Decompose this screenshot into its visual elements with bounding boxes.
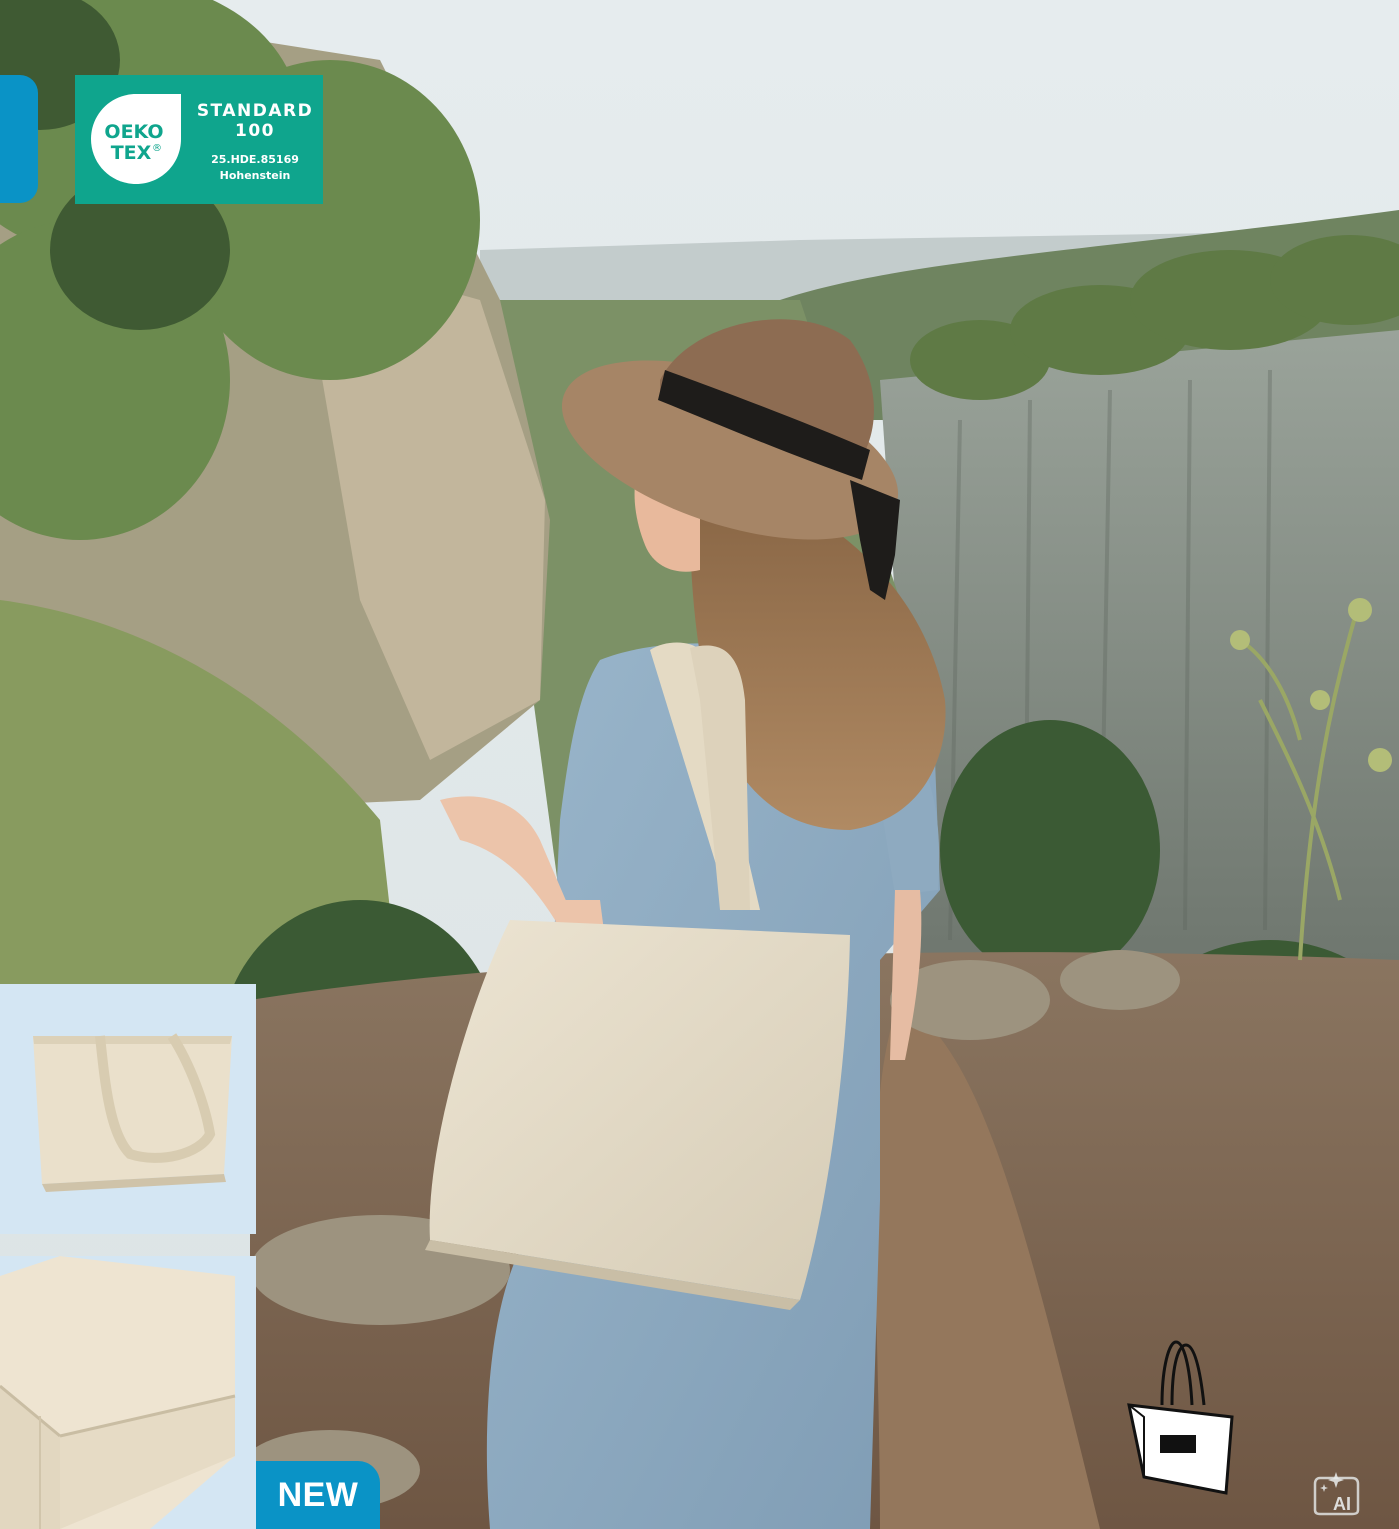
tote-bag-detail-image (0, 1256, 236, 1529)
standard-label: STANDARD (196, 101, 314, 121)
oeko-tex-certificate: OEKO TEX ® STANDARD 100 25.HDE.85169 Hoh… (75, 75, 323, 204)
new-badge: NEW (256, 1461, 380, 1529)
oeko-tex-logo-line1: OEKO (104, 121, 163, 143)
oeko-tex-logo: OEKO TEX ® (91, 94, 181, 184)
ai-sparkle-icon[interactable]: AI (1312, 1470, 1362, 1516)
ai-sparkle-graphic: AI (1313, 1472, 1360, 1516)
product-thumbnail-detail[interactable] (0, 1256, 256, 1529)
ai-sparkle-label: AI (1333, 1494, 1351, 1514)
certificate-details: 25.HDE.85169 Hohenstein (193, 152, 317, 184)
side-tab (0, 75, 38, 203)
oeko-tex-registered-mark: ® (152, 143, 162, 154)
product-thumbnail-front[interactable] (0, 984, 256, 1234)
oeko-tex-logo-line2: TEX (111, 142, 152, 164)
certificate-number: 25.HDE.85169 (211, 153, 299, 166)
certificate-institute: Hohenstein (219, 169, 291, 182)
standard-number: 100 (235, 121, 275, 141)
standard-label-block: STANDARD 100 (193, 101, 317, 141)
tote-bag-front-image (33, 1033, 232, 1192)
tote-bag-icon (1127, 1340, 1234, 1495)
